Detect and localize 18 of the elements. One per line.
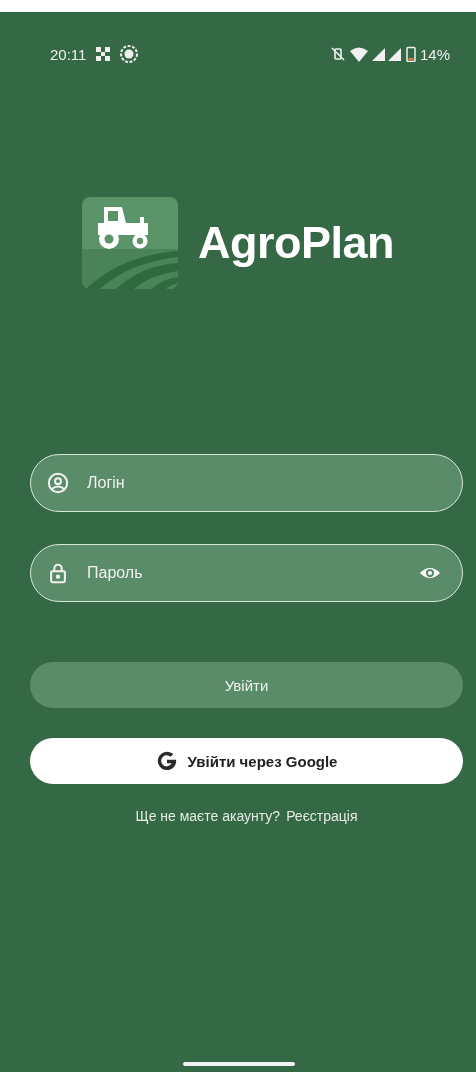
login-field[interactable]: Логін [30,454,463,512]
password-field[interactable]: Пароль [30,544,463,602]
register-link[interactable]: Реєстрація [286,808,358,824]
login-button[interactable]: Увійти [30,662,463,708]
status-time: 20:11 [50,45,87,63]
app-name: AgroPlan [198,217,395,269]
grid-icon [96,47,111,61]
google-login-button[interactable]: Увійти через Google [30,738,463,784]
battery-percent: 14% [419,45,450,63]
signup-prompt: Ще не маєте акаунту? [135,808,281,824]
battery-icon [405,46,416,62]
google-g-icon [155,750,178,772]
user-icon [47,472,69,494]
tractor-field-logo-icon [82,197,178,289]
vibrate-off-icon [329,46,346,62]
wifi-icon [349,46,368,62]
lock-icon [47,562,69,584]
signal-icon [371,47,402,61]
